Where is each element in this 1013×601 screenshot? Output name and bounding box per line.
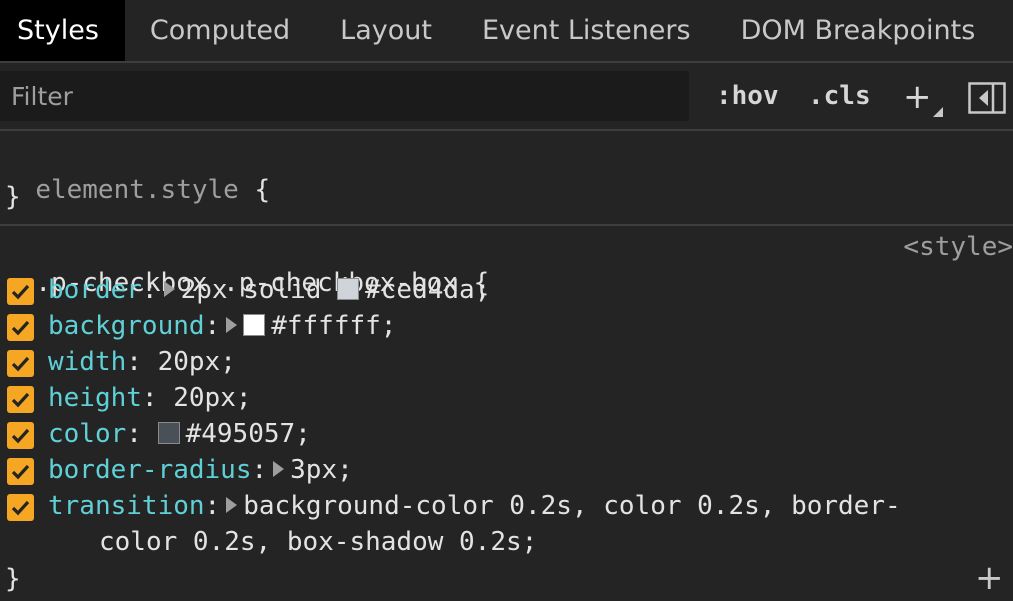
property-name-text[interactable]: height: [48, 383, 142, 413]
semicolon: ;: [337, 455, 353, 485]
tab-dom-breakpoints[interactable]: DOM Breakpoints: [716, 0, 1001, 61]
expand-triangle-icon[interactable]: [163, 280, 175, 297]
colon: :: [141, 275, 158, 305]
property-value[interactable]: 20px;: [158, 347, 236, 377]
property-value-text[interactable]: 20px: [173, 383, 236, 413]
sidebar-toggle-icon: [968, 82, 1006, 114]
property-name-text[interactable]: width: [48, 347, 126, 377]
property-name-text[interactable]: background: [48, 311, 205, 341]
property-value[interactable]: #495057;: [157, 419, 311, 449]
declaration-checkbox[interactable]: [7, 314, 34, 341]
semicolon: ;: [380, 311, 397, 341]
tab-layout[interactable]: Layout: [315, 0, 457, 61]
color-swatch[interactable]: [243, 313, 266, 336]
checkmark-icon: [11, 356, 30, 372]
property-name-text[interactable]: border: [48, 275, 142, 305]
colon: :: [126, 347, 158, 377]
declaration-checkbox[interactable]: [7, 278, 34, 305]
checkmark-icon: [11, 500, 30, 516]
declaration-row: border-radius: 3px;: [0, 453, 1013, 487]
declaration-row: width: 20px;: [0, 345, 1013, 379]
close-brace: }: [5, 564, 21, 594]
property-name[interactable]: border-radius: 3px;: [48, 453, 353, 487]
property-value-text[interactable]: background-color 0.2s, color 0.2s, borde…: [243, 491, 900, 521]
declaration-row: height: 20px;: [0, 381, 1013, 415]
checkmark-icon: [11, 428, 30, 444]
declaration-checkbox[interactable]: [7, 458, 34, 485]
colon: :: [251, 455, 268, 485]
declaration-row: background: #ffffff;: [0, 309, 1013, 343]
color-value[interactable]: #ffffff: [271, 311, 381, 341]
property-value-text[interactable]: 20px: [158, 347, 221, 377]
rule-selector-line: .p-checkbox .p-checkbox-box {: [4, 232, 489, 298]
property-value[interactable]: 3px;: [290, 455, 353, 485]
class-toggle[interactable]: .cls: [808, 81, 871, 111]
property-name-text[interactable]: transition: [48, 491, 205, 521]
color-swatch[interactable]: [157, 421, 180, 444]
property-name[interactable]: color: #495057;: [48, 417, 311, 451]
property-name-text[interactable]: border-radius: [48, 455, 252, 485]
declaration-checkbox[interactable]: [7, 386, 34, 413]
colon: :: [141, 383, 174, 413]
new-style-rule-button[interactable]: +: [903, 77, 943, 117]
checkmark-icon: [11, 464, 30, 480]
toggle-sidebar-button[interactable]: [968, 82, 1006, 121]
element-style-selector-line: element.style {: [4, 139, 270, 205]
property-name[interactable]: width: 20px;: [48, 345, 236, 379]
corner-triangle-icon: [933, 107, 943, 117]
checkmark-icon: [11, 320, 30, 336]
semicolon: ;: [235, 383, 252, 413]
semicolon: ;: [295, 419, 311, 449]
element-style-selector[interactable]: element.style: [35, 175, 239, 205]
property-value-text[interactable]: 2px solid: [181, 275, 338, 305]
semicolon: ;: [474, 275, 491, 305]
declaration-checkbox[interactable]: [7, 422, 34, 449]
expand-triangle-icon[interactable]: [273, 460, 285, 477]
styles-toolbar: :hov .cls +: [0, 63, 1013, 131]
rule-divider: [0, 224, 1013, 226]
tab-styles[interactable]: Styles: [0, 0, 125, 61]
declaration-row: transition: background-color 0.2s, color …: [0, 489, 1013, 523]
open-brace: {: [238, 175, 271, 205]
panel-tabs: Styles Computed Layout Event Listeners D…: [0, 0, 1013, 63]
declaration-checkbox[interactable]: [7, 494, 34, 521]
property-value[interactable]: 20px;: [173, 383, 251, 413]
expand-triangle-icon[interactable]: [226, 316, 238, 333]
declaration-checkbox[interactable]: [7, 350, 34, 377]
expand-triangle-icon[interactable]: [226, 496, 238, 513]
color-value[interactable]: #ced4da: [365, 275, 475, 305]
hover-state-toggle[interactable]: :hov: [716, 81, 779, 111]
tab-event-listeners[interactable]: Event Listeners: [457, 0, 716, 61]
color-value[interactable]: #495057: [186, 419, 296, 449]
colon: :: [126, 419, 158, 449]
colon: :: [204, 311, 221, 341]
property-name[interactable]: height: 20px;: [48, 381, 252, 415]
property-name[interactable]: border: 2px solid #ced4da;: [48, 273, 490, 307]
property-value[interactable]: #ffffff;: [243, 311, 396, 341]
property-value[interactable]: 2px solid #ced4da;: [181, 275, 491, 305]
color-swatch[interactable]: [337, 277, 360, 300]
close-brace: }: [5, 182, 21, 212]
declaration-row: color: #495057;: [0, 417, 1013, 451]
checkmark-icon: [11, 392, 30, 408]
checkmark-icon: [11, 284, 30, 300]
property-name[interactable]: transition: background-color 0.2s, color …: [48, 489, 901, 523]
colon: :: [204, 491, 221, 521]
add-property-plus-icon[interactable]: +: [975, 558, 1004, 598]
property-value-text[interactable]: 3px: [290, 455, 337, 485]
filter-input[interactable]: [0, 71, 689, 121]
property-value-continuation[interactable]: color 0.2s, box-shadow 0.2s;: [99, 525, 537, 559]
property-value[interactable]: background-color 0.2s, color 0.2s, borde…: [243, 491, 900, 521]
plus-icon: +: [903, 77, 932, 117]
property-name-text[interactable]: color: [48, 419, 126, 449]
property-name[interactable]: background: #ffffff;: [48, 309, 396, 343]
style-source-link[interactable]: <style>: [903, 232, 1013, 262]
declaration-row: border: 2px solid #ced4da;: [0, 273, 1013, 307]
semicolon: ;: [220, 347, 236, 377]
tab-computed[interactable]: Computed: [125, 0, 315, 61]
